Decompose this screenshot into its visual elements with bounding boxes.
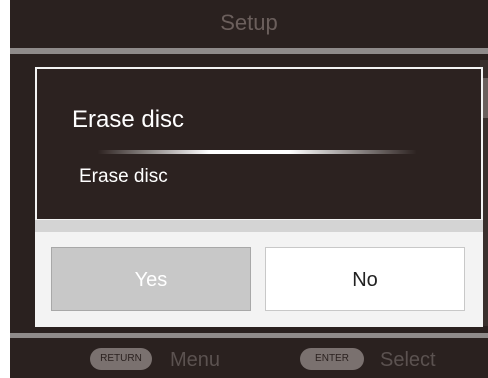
return-key-icon: RETURN <box>90 348 152 370</box>
footer-hints: RETURN Menu ENTER Select <box>10 340 488 378</box>
return-hint-label: Menu <box>170 349 221 371</box>
dialog-title: Erase disc <box>72 106 185 133</box>
dialog-separator <box>35 220 483 232</box>
erase-disc-dialog: Erase disc Erase disc Yes No <box>35 67 483 327</box>
dialog-content: Erase disc Erase disc <box>37 69 481 219</box>
no-button[interactable]: No <box>265 247 465 311</box>
enter-hint-label: Select <box>380 349 436 371</box>
header-divider <box>10 48 488 54</box>
dialog-message: Erase disc <box>79 166 168 187</box>
page-title: Setup <box>220 10 278 35</box>
setup-screen: Setup Erase disc Erase disc Yes No RETUR… <box>10 0 488 378</box>
footer-divider <box>10 333 488 338</box>
enter-key-icon: ENTER <box>300 348 364 370</box>
yes-button[interactable]: Yes <box>51 247 251 311</box>
dialog-divider <box>97 150 417 154</box>
